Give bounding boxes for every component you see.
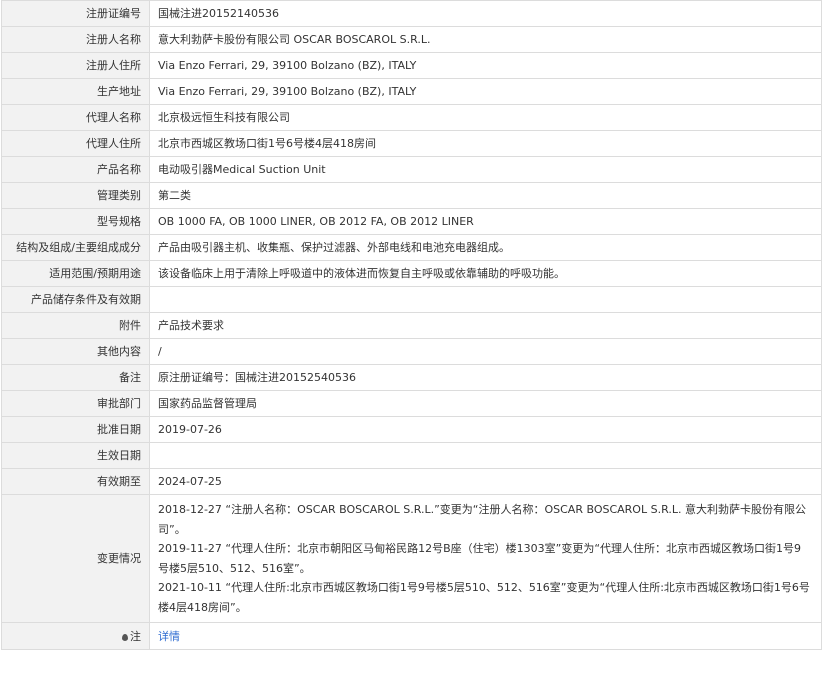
- change-history-list: 2018-12-27 “注册人名称：OSCAR BOSCAROL S.R.L.”…: [149, 494, 822, 623]
- field-label: 备注: [1, 364, 150, 391]
- note-label: 注: [130, 629, 141, 643]
- row-change-history: 变更情况 2018-12-27 “注册人名称：OSCAR BOSCAROL S.…: [1, 494, 822, 623]
- change-entry: 2021-10-11 “代理人住所:北京市西城区教场口街1号9号楼5层510、5…: [158, 581, 810, 614]
- field-value: 国械注进20152140536: [149, 0, 822, 27]
- field-value: 电动吸引器Medical Suction Unit: [149, 156, 822, 183]
- row-intended-use: 适用范围/预期用途 该设备临床上用于清除上呼吸道中的液体进而恢复自主呼吸或依靠辅助…: [1, 260, 822, 287]
- row-production-address: 生产地址 Via Enzo Ferrari, 29, 39100 Bolzano …: [1, 78, 822, 105]
- field-label: 代理人名称: [1, 104, 150, 131]
- row-approval-department: 审批部门 国家药品监督管理局: [1, 390, 822, 417]
- change-entry: 2019-11-27 “代理人住所：北京市朝阳区马甸裕民路12号B座（住宅）楼1…: [158, 542, 802, 575]
- registration-info-table: 注册证编号 国械注进20152140536 注册人名称 意大利勃萨卡股份有限公司 O…: [1, 0, 822, 650]
- row-product-name: 产品名称 电动吸引器Medical Suction Unit: [1, 156, 822, 183]
- field-label: 有效期至: [1, 468, 150, 495]
- row-agent-address: 代理人住所 北京市西城区教场口街1号6号楼4层418房间: [1, 130, 822, 157]
- field-label: 产品名称: [1, 156, 150, 183]
- row-attachment: 附件 产品技术要求: [1, 312, 822, 339]
- field-value: 国家药品监督管理局: [149, 390, 822, 417]
- row-valid-until: 有效期至 2024-07-25: [1, 468, 822, 495]
- row-model-spec: 型号规格 OB 1000 FA, OB 1000 LINER, OB 2012 F…: [1, 208, 822, 235]
- row-remarks: 备注 原注册证编号：国械注进20152540536: [1, 364, 822, 391]
- field-label: 注册人名称: [1, 26, 150, 53]
- field-value: 产品由吸引器主机、收集瓶、保护过滤器、外部电线和电池充电器组成。: [149, 234, 822, 261]
- field-value: /: [149, 338, 822, 365]
- field-label: 审批部门: [1, 390, 150, 417]
- row-agent-name: 代理人名称 北京极远恒生科技有限公司: [1, 104, 822, 131]
- field-label: 管理类别: [1, 182, 150, 209]
- field-label: 结构及组成/主要组成成分: [1, 234, 150, 261]
- field-value: 北京极远恒生科技有限公司: [149, 104, 822, 131]
- field-value: OB 1000 FA, OB 1000 LINER, OB 2012 FA, O…: [149, 208, 822, 235]
- field-label: 生效日期: [1, 442, 150, 469]
- field-value: 第二类: [149, 182, 822, 209]
- field-label: 变更情况: [1, 494, 150, 623]
- row-storage-validity: 产品储存条件及有效期: [1, 286, 822, 313]
- field-value: 该设备临床上用于清除上呼吸道中的液体进而恢复自主呼吸或依靠辅助的呼吸功能。: [149, 260, 822, 287]
- field-value: 原注册证编号：国械注进20152540536: [149, 364, 822, 391]
- row-note: 注 详情: [1, 622, 822, 650]
- row-registration-number: 注册证编号 国械注进20152140536: [1, 0, 822, 27]
- field-label: 其他内容: [1, 338, 150, 365]
- row-registrant-name: 注册人名称 意大利勃萨卡股份有限公司 OSCAR BOSCAROL S.R.L.: [1, 26, 822, 53]
- field-label: 代理人住所: [1, 130, 150, 157]
- row-other-content: 其他内容 /: [1, 338, 822, 365]
- field-value: Via Enzo Ferrari, 29, 39100 Bolzano (BZ)…: [149, 52, 822, 79]
- details-link[interactable]: 详情: [158, 630, 180, 643]
- field-value: [149, 442, 822, 469]
- row-effective-date: 生效日期: [1, 442, 822, 469]
- field-value: Via Enzo Ferrari, 29, 39100 Bolzano (BZ)…: [149, 78, 822, 105]
- field-value: 意大利勃萨卡股份有限公司 OSCAR BOSCAROL S.R.L.: [149, 26, 822, 53]
- field-label: 注册证编号: [1, 0, 150, 27]
- field-value: [149, 286, 822, 313]
- field-label: 型号规格: [1, 208, 150, 235]
- field-value: 2019-07-26: [149, 416, 822, 443]
- field-value: 2024-07-25: [149, 468, 822, 495]
- field-label: 批准日期: [1, 416, 150, 443]
- field-label: 注册人住所: [1, 52, 150, 79]
- field-label: 适用范围/预期用途: [1, 260, 150, 287]
- field-value: 北京市西城区教场口街1号6号楼4层418房间: [149, 130, 822, 157]
- field-label: 产品储存条件及有效期: [1, 286, 150, 313]
- row-management-category: 管理类别 第二类: [1, 182, 822, 209]
- field-value: 产品技术要求: [149, 312, 822, 339]
- field-label: 生产地址: [1, 78, 150, 105]
- row-approval-date: 批准日期 2019-07-26: [1, 416, 822, 443]
- change-entry: 2018-12-27 “注册人名称：OSCAR BOSCAROL S.R.L.”…: [158, 503, 806, 536]
- field-label: 附件: [1, 312, 150, 339]
- note-value-cell: 详情: [149, 622, 822, 650]
- location-pin-icon: [122, 633, 128, 641]
- row-registrant-address: 注册人住所 Via Enzo Ferrari, 29, 39100 Bolzano…: [1, 52, 822, 79]
- note-label-cell: 注: [1, 622, 150, 650]
- row-structure-composition: 结构及组成/主要组成成分 产品由吸引器主机、收集瓶、保护过滤器、外部电线和电池充电…: [1, 234, 822, 261]
